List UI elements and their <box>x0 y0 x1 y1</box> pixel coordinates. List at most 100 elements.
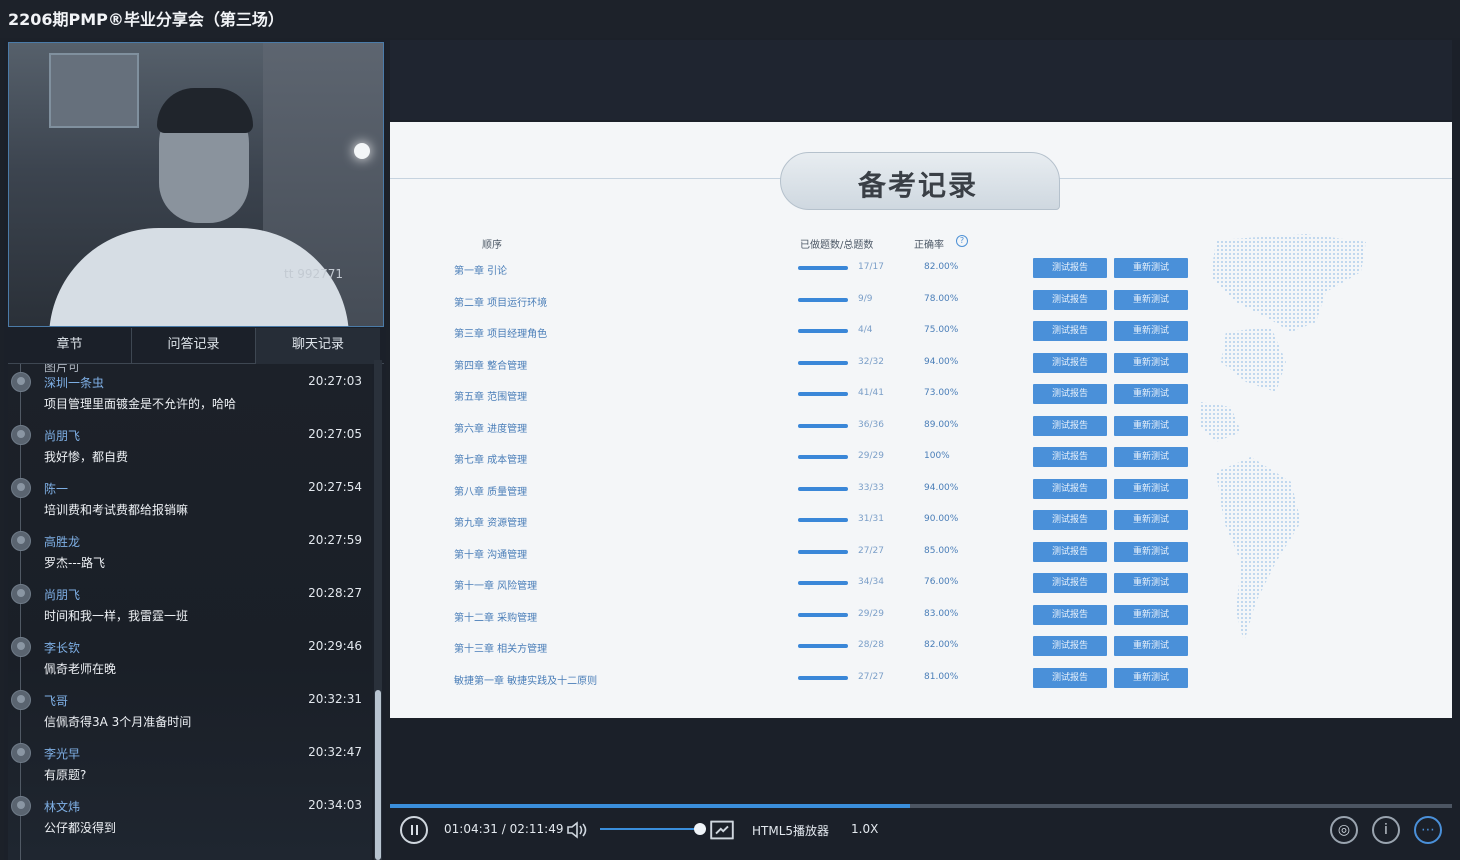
question-count: 32/32 <box>858 356 884 367</box>
window-title: 2206期PMP®毕业分享会（第三场） <box>8 10 284 29</box>
retest-button[interactable]: 重新测试 <box>1114 321 1188 341</box>
fullscreen-toggle-icon[interactable] <box>710 820 734 840</box>
chat-username[interactable]: 林文炜 <box>44 798 80 815</box>
user-avatar-icon <box>11 372 31 392</box>
chat-timestamp: 20:29:46 <box>308 639 362 653</box>
volume-icon[interactable] <box>566 820 590 840</box>
chat-username[interactable]: 李光早 <box>44 745 80 762</box>
chat-text: 时间和我一样，我雷霆一班 <box>44 609 189 623</box>
chat-username[interactable]: 深圳一条虫 <box>44 374 104 391</box>
retest-button[interactable]: 重新测试 <box>1114 636 1188 656</box>
help-icon[interactable]: ? <box>956 235 968 247</box>
retest-button[interactable]: 重新测试 <box>1114 478 1188 499</box>
test-report-button[interactable]: 测试报告 <box>1033 604 1107 625</box>
chapter-name: 敏捷第一章 敏捷实践及十二原则 <box>454 675 598 687</box>
question-count: 36/36 <box>858 419 884 430</box>
test-report-button[interactable]: 测试报告 <box>1033 258 1107 278</box>
question-count: 33/33 <box>858 482 884 493</box>
volume-slider[interactable] <box>600 828 700 830</box>
chat-timestamp: 20:27:59 <box>308 533 362 547</box>
chat-message: 陈一 20:27:54 培训费和考试费都给报销嘛 <box>8 478 372 531</box>
accuracy-value: 89.00% <box>924 419 959 430</box>
chat-username[interactable]: 李长钦 <box>44 639 80 656</box>
retest-button[interactable]: 重新测试 <box>1114 415 1188 436</box>
retest-button[interactable]: 重新测试 <box>1114 510 1188 530</box>
question-count: 29/29 <box>858 451 884 461</box>
webcam-video[interactable]: tt 992771 <box>8 42 384 327</box>
chat-username[interactable]: 尚朋飞 <box>44 586 80 603</box>
retest-button[interactable]: 重新测试 <box>1114 667 1188 688</box>
side-tabs: 章节 问答记录 聊天记录 <box>8 328 384 364</box>
chat-username[interactable]: 高胜龙 <box>44 533 80 550</box>
chapter-name: 第二章 项目运行环境 <box>454 297 548 309</box>
world-map-decoration <box>1201 234 1366 642</box>
retest-button[interactable]: 重新测试 <box>1114 289 1188 310</box>
test-report-button[interactable]: 测试报告 <box>1033 510 1107 530</box>
retest-button[interactable]: 重新测试 <box>1114 447 1188 467</box>
tab-qa-records[interactable]: 问答记录 <box>132 328 256 364</box>
chat-timestamp: 20:27:03 <box>308 374 362 388</box>
header-order: 顺序 <box>482 240 502 251</box>
test-report-button[interactable]: 测试报告 <box>1033 447 1107 467</box>
question-count: 28/28 <box>858 640 884 650</box>
test-report-button[interactable]: 测试报告 <box>1033 289 1107 310</box>
test-report-button[interactable]: 测试报告 <box>1033 321 1107 341</box>
chat-text: 我好惨，都自费 <box>44 450 129 464</box>
retest-button[interactable]: 重新测试 <box>1114 573 1188 593</box>
chat-username[interactable]: 陈一 <box>44 480 68 497</box>
chat-text: 培训费和考试费都给报销嘛 <box>44 503 189 517</box>
chat-scrollbar-thumb[interactable] <box>375 690 381 860</box>
completion-bar <box>798 581 848 585</box>
accuracy-value: 78.00% <box>924 293 959 304</box>
user-avatar-icon <box>11 425 31 445</box>
chapter-name: 第七章 成本管理 <box>454 455 528 466</box>
test-report-button[interactable]: 测试报告 <box>1033 415 1107 436</box>
chat-username[interactable]: 飞哥 <box>44 692 68 709</box>
retest-button[interactable]: 重新测试 <box>1114 604 1188 625</box>
accuracy-value: 82.00% <box>924 640 959 650</box>
tab-chat-records[interactable]: 聊天记录 <box>256 328 380 364</box>
retest-button[interactable]: 重新测试 <box>1114 352 1188 373</box>
main-player: 备考记录 顺序 已做题数/总题数 正确率 ? 第一章 引论 17/17 82.00%… <box>390 40 1452 860</box>
chapter-name: 第十二章 采购管理 <box>454 612 538 624</box>
chapter-name: 第六章 进度管理 <box>454 423 528 435</box>
test-report-button[interactable]: 测试报告 <box>1033 384 1107 404</box>
chat-scrollbar[interactable] <box>374 360 382 860</box>
player-top-band <box>390 40 1452 120</box>
accuracy-value: 85.00% <box>924 545 959 556</box>
tab-chapters[interactable]: 章节 <box>8 328 132 364</box>
chat-timestamp: 20:34:03 <box>308 798 362 812</box>
retest-button[interactable]: 重新测试 <box>1114 258 1188 278</box>
retest-button[interactable]: 重新测试 <box>1114 384 1188 404</box>
retest-button[interactable]: 重新测试 <box>1114 541 1188 562</box>
test-report-button[interactable]: 测试报告 <box>1033 541 1107 562</box>
chat-username[interactable]: 尚朋飞 <box>44 427 80 444</box>
completion-bar <box>798 329 848 333</box>
test-report-button[interactable]: 测试报告 <box>1033 636 1107 656</box>
header-questions: 已做题数/总题数 <box>800 240 874 251</box>
player-controls: 01:04:31 / 02:11:49 HTML5播放器 1.0X ◎ i ⋯ <box>390 808 1452 860</box>
test-report-button[interactable]: 测试报告 <box>1033 352 1107 373</box>
chat-message: 飞哥 20:32:31 信佩奇得3A 3个月准备时间 <box>8 690 372 743</box>
test-report-button[interactable]: 测试报告 <box>1033 667 1107 688</box>
test-report-button[interactable]: 测试报告 <box>1033 478 1107 499</box>
chat-list[interactable]: 图片可 深圳一条虫 20:27:03 项目管理里面镀金是不允许的，哈哈 尚朋飞 20:2… <box>8 364 372 860</box>
chat-text: 佩奇老师在晚 <box>44 662 117 676</box>
accuracy-value: 94.00% <box>924 356 959 367</box>
camera-switch-icon[interactable]: ◎ <box>1330 816 1358 844</box>
volume-knob[interactable] <box>694 823 706 835</box>
test-report-button[interactable]: 测试报告 <box>1033 573 1107 593</box>
question-count: 34/34 <box>858 577 884 587</box>
chapter-name: 第一章 引论 <box>454 266 508 277</box>
pause-button[interactable] <box>400 816 428 844</box>
chat-text: 信佩奇得3A 3个月准备时间 <box>44 715 192 729</box>
page-scrollbar[interactable] <box>1452 40 1460 860</box>
info-icon[interactable]: i <box>1372 816 1400 844</box>
completion-bar <box>798 486 848 491</box>
playback-speed-button[interactable]: 1.0X <box>851 822 878 836</box>
chat-message: 尚朋飞 20:27:05 我好惨，都自费 <box>8 425 372 478</box>
chat-text: 罗杰---路飞 <box>44 556 105 570</box>
more-options-icon[interactable]: ⋯ <box>1414 816 1442 844</box>
question-count: 4/4 <box>858 325 873 335</box>
chapter-name: 第十章 沟通管理 <box>454 549 528 561</box>
